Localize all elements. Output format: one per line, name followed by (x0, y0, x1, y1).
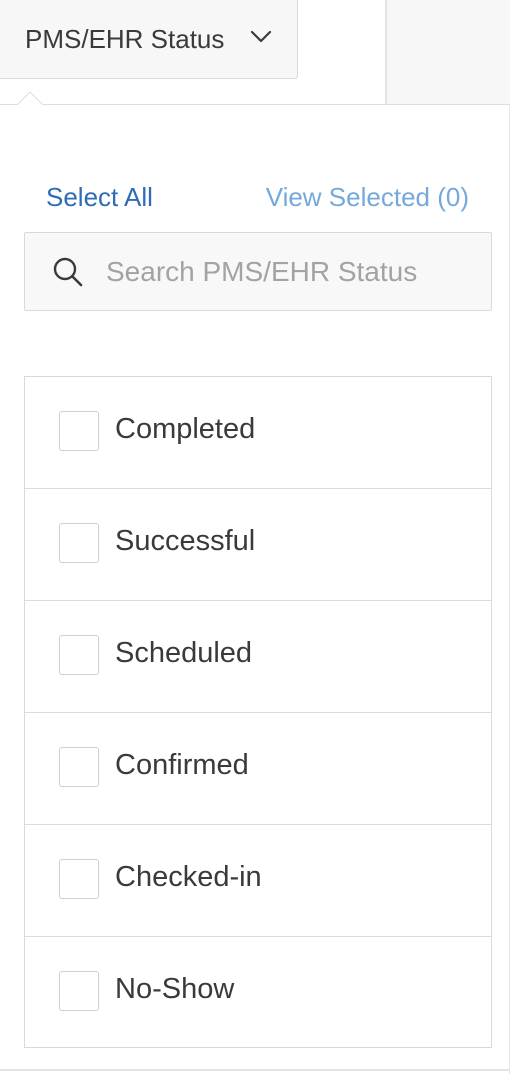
option-label: Scheduled (115, 637, 253, 669)
checkbox[interactable] (59, 635, 99, 675)
select-all-link[interactable]: Select All (46, 182, 153, 213)
option-label: Checked-in (115, 861, 262, 893)
view-selected-link[interactable]: View Selected (0) (266, 182, 469, 213)
filter-button-label: PMS/EHR Status (25, 23, 225, 54)
option-confirmed[interactable]: Confirmed (25, 713, 491, 825)
search-input[interactable] (106, 233, 481, 310)
option-checked-in[interactable]: Checked-in (25, 825, 491, 937)
checkbox[interactable] (59, 411, 99, 451)
search-icon (53, 257, 83, 287)
checkbox[interactable] (59, 747, 99, 787)
option-completed[interactable]: Completed (25, 377, 491, 489)
search-box (24, 232, 492, 311)
option-no-show[interactable]: No-Show (25, 937, 491, 1049)
checkbox[interactable] (59, 971, 99, 1011)
dropdown-caret (17, 92, 43, 105)
page: PMS/EHR Status Select All View Selected … (0, 0, 510, 1074)
checkbox[interactable] (59, 859, 99, 899)
option-scheduled[interactable]: Scheduled (25, 601, 491, 713)
option-label: Completed (115, 413, 256, 445)
option-label: No-Show (115, 973, 235, 1005)
option-label: Confirmed (115, 749, 249, 781)
checkbox[interactable] (59, 523, 99, 563)
pms-ehr-status-filter-button[interactable]: PMS/EHR Status (0, 0, 298, 79)
chevron-down-icon (250, 30, 272, 43)
option-label: Successful (115, 525, 256, 557)
background-panel (385, 0, 510, 104)
option-successful[interactable]: Successful (25, 489, 491, 601)
status-option-list: Completed Successful Scheduled Confirmed… (24, 376, 492, 1048)
divider (0, 1069, 510, 1071)
